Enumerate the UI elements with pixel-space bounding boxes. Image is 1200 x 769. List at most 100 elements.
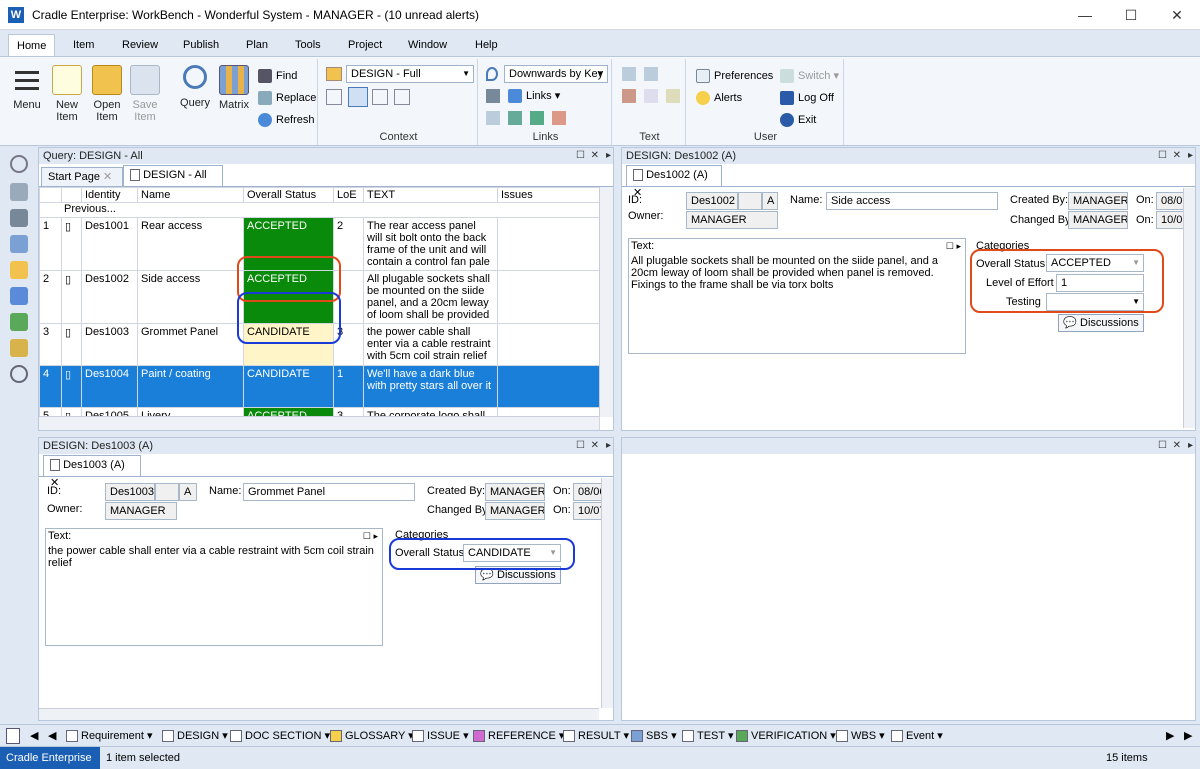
restore-icon[interactable]: ☐ [576, 148, 585, 164]
tab-window[interactable]: Window [400, 34, 455, 56]
tab-item[interactable]: Item [65, 34, 102, 56]
tab-des1003[interactable]: Des1003 (A) ✕ [43, 455, 141, 489]
link-add-icon[interactable] [530, 111, 544, 125]
tab-help[interactable]: Help [467, 34, 506, 56]
nav-first-icon[interactable]: ◀ [30, 728, 38, 744]
text-content[interactable]: All plugable sockets shall be mounted on… [629, 253, 965, 293]
tab-publish[interactable]: Publish [175, 34, 227, 56]
search-settings-icon[interactable] [10, 365, 28, 383]
item-type-test[interactable]: TEST ▾ [682, 728, 734, 744]
close-icon[interactable]: ✕ [103, 171, 112, 183]
refresh-button[interactable]: Refresh [258, 111, 315, 129]
close-icon[interactable]: ✕ [1173, 438, 1181, 454]
nav-last-icon[interactable]: ▶ [1184, 728, 1192, 744]
maximize-button[interactable]: ☐ [1108, 0, 1154, 30]
query-button[interactable]: Query [176, 65, 214, 109]
col-text[interactable]: TEXT [363, 187, 498, 203]
tab-project[interactable]: Project [340, 34, 390, 56]
item-type-issue[interactable]: ISSUE ▾ [412, 728, 469, 744]
text-tool-icon-1[interactable] [622, 67, 636, 81]
tab-tools[interactable]: Tools [287, 34, 329, 56]
switch-button[interactable]: Switch ▾ [780, 67, 839, 85]
save-item-button[interactable]: Save Item [126, 65, 164, 123]
replace-button[interactable]: Replace [258, 89, 316, 107]
copy-icon[interactable] [644, 89, 658, 103]
context-combo[interactable]: DESIGN - Full ▼ [346, 65, 474, 83]
item-type-wbs[interactable]: WBS ▾ [836, 728, 885, 744]
tab-start-page[interactable]: Start Page ✕ [41, 167, 123, 187]
logoff-button[interactable]: Log Off [780, 89, 834, 107]
nav-next-icon[interactable]: ▶ [1166, 728, 1174, 744]
paste-icon[interactable] [666, 89, 680, 103]
tab-home[interactable]: Home [8, 34, 56, 56]
item-type-sbs[interactable]: SBS ▾ [631, 728, 677, 744]
matrix-button[interactable]: Matrix [215, 65, 253, 111]
horizontal-scrollbar[interactable] [39, 708, 599, 720]
close-window-button[interactable]: ✕ [1154, 0, 1200, 30]
link-icon[interactable] [486, 89, 500, 103]
text-content[interactable]: the power cable shall enter via a cable … [46, 543, 382, 571]
text-editor[interactable]: Text: ☐ ▸ the power cable shall enter via… [45, 528, 383, 646]
preferences-button[interactable]: Preferences [696, 67, 773, 85]
folder-icon[interactable] [10, 261, 28, 279]
chevron-right-icon[interactable]: ▸ [1188, 438, 1193, 454]
tab-review[interactable]: Review [114, 34, 166, 56]
text-tool-icon-2[interactable] [644, 67, 658, 81]
menu-button[interactable]: Menu [8, 65, 46, 111]
name-input[interactable]: Grommet Panel [243, 483, 415, 501]
item-type-event[interactable]: Event ▾ [891, 728, 943, 744]
tab-des1002[interactable]: Des1002 (A) ✕ [626, 165, 722, 199]
item-type-requirement[interactable]: Requirement ▾ [66, 728, 153, 744]
restore-icon[interactable]: ☐ [576, 438, 585, 454]
previous-row[interactable]: Previous... [39, 202, 600, 218]
vertical-scrollbar[interactable] [599, 187, 613, 417]
vertical-scrollbar[interactable] [601, 478, 613, 708]
links-direction-combo[interactable]: Downwards by Key ▼ [504, 65, 608, 83]
link-tree-icon[interactable] [508, 111, 522, 125]
view-icon-1[interactable] [326, 89, 342, 105]
table-row-selected[interactable]: 4 ▯ Des1004 Paint / coating CANDIDATE 1 We'… [39, 365, 600, 408]
name-input[interactable]: Side access [826, 192, 998, 210]
vertical-scrollbar[interactable] [1183, 188, 1195, 428]
col-loe[interactable]: LoE [333, 187, 364, 203]
item-type-glossary[interactable]: GLOSSARY ▾ [330, 728, 414, 744]
list-icon[interactable] [10, 183, 28, 201]
item-type-result[interactable]: RESULT ▾ [563, 728, 629, 744]
nav-prev-icon[interactable]: ◀ [48, 728, 56, 744]
tab-design-all[interactable]: DESIGN - All ✕ [123, 165, 223, 199]
scissors-icon[interactable] [622, 89, 636, 103]
unlink-icon[interactable] [486, 111, 500, 125]
exit-button[interactable]: Exit [780, 111, 816, 129]
col-issues[interactable]: Issues [497, 187, 600, 203]
alerts-button[interactable]: Alerts [696, 89, 742, 107]
new-item-button[interactable]: New Item [48, 65, 86, 123]
expand-icon[interactable]: ☐ ▸ [946, 239, 961, 253]
calendar-icon[interactable] [10, 235, 28, 253]
view-icon-3[interactable] [372, 89, 388, 105]
open-item-button[interactable]: Open Item [88, 65, 126, 123]
item-type-verification[interactable]: VERIFICATION ▾ [736, 728, 836, 744]
close-icon[interactable]: ✕ [591, 438, 599, 454]
checklist-icon[interactable] [10, 313, 28, 331]
col-name[interactable]: Name [137, 187, 244, 203]
image-folder-icon[interactable] [10, 339, 28, 357]
restore-icon[interactable]: ☐ [1158, 148, 1167, 164]
expand-icon[interactable]: ☐ ▸ [363, 529, 378, 543]
col-overall-status[interactable]: Overall Status [243, 187, 334, 203]
chevron-right-icon[interactable]: ▸ [606, 438, 611, 454]
close-icon[interactable]: ✕ [591, 148, 599, 164]
text-editor[interactable]: Text: ☐ ▸ All plugable sockets shall be m… [628, 238, 966, 354]
find-button[interactable]: Find [258, 67, 297, 85]
item-type-doc-section[interactable]: DOC SECTION ▾ [230, 728, 330, 744]
bar-icon[interactable] [6, 728, 20, 744]
item-type-reference[interactable]: REFERENCE ▾ [473, 728, 564, 744]
links-button[interactable]: Links ▾ [508, 87, 560, 105]
minimize-button[interactable]: — [1062, 0, 1108, 30]
gear-icon[interactable] [10, 155, 28, 173]
hierarchy-icon[interactable] [10, 287, 28, 305]
link-edit-icon[interactable] [552, 111, 566, 125]
discussions-button[interactable]: 💬 Discussions [1058, 314, 1144, 332]
database-icon[interactable] [10, 209, 28, 227]
horizontal-scrollbar[interactable] [39, 416, 599, 430]
chevron-right-icon[interactable]: ▸ [1188, 148, 1193, 164]
